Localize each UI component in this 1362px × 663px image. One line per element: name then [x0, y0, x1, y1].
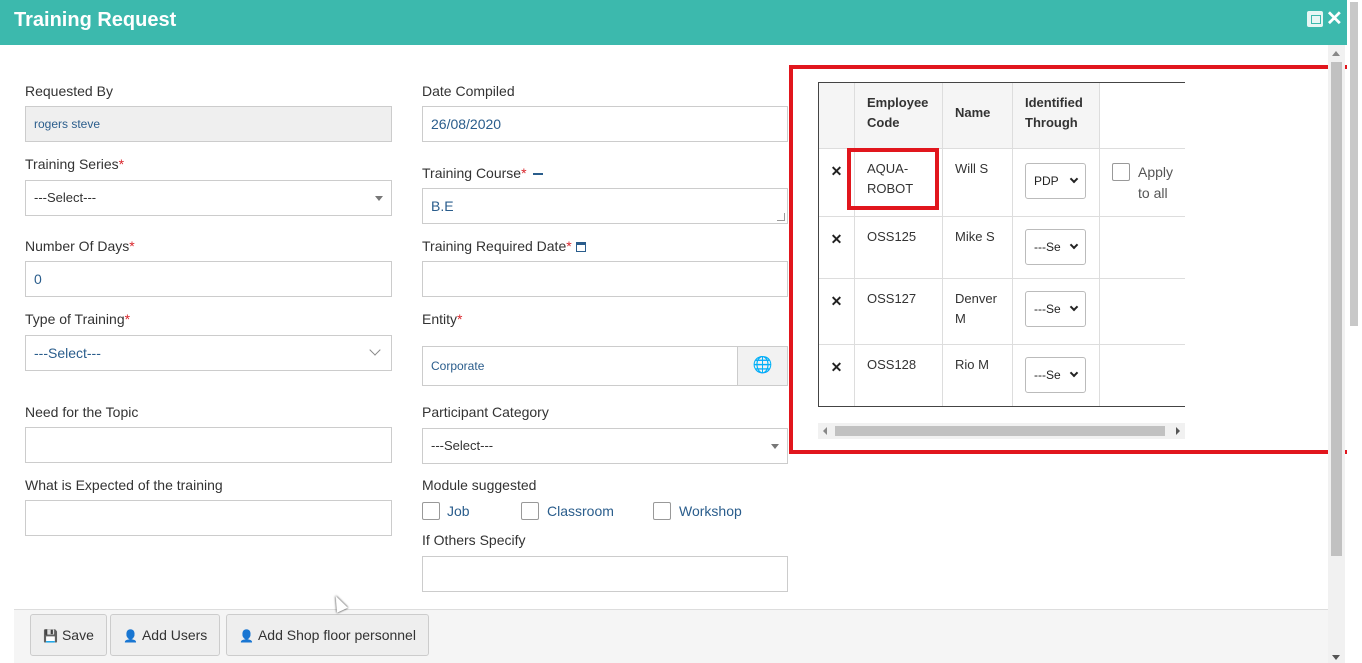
date-compiled-input[interactable]: 26/08/2020 — [422, 106, 788, 142]
training-required-date-label: Training Required Date* — [422, 238, 586, 254]
module-job-label: Job — [447, 503, 470, 519]
date-compiled-label: Date Compiled — [422, 83, 515, 99]
scroll-up-icon[interactable] — [1332, 51, 1340, 56]
add-shop-floor-button[interactable]: 👤 Add Shop floor personnel — [226, 614, 429, 656]
module-workshop-label: Workshop — [679, 503, 742, 519]
type-of-training-label: Type of Training* — [25, 311, 131, 327]
requested-by-label: Requested By — [25, 83, 113, 99]
scroll-thumb[interactable] — [1331, 62, 1342, 556]
add-users-button[interactable]: 👤 Add Users — [110, 614, 221, 656]
expected-label: What is Expected of the training — [25, 477, 223, 493]
training-course-textarea[interactable]: B.E — [422, 188, 788, 224]
module-job-checkbox[interactable] — [422, 502, 440, 520]
chevron-down-icon — [369, 344, 381, 356]
globe-button[interactable]: 🌐 — [737, 346, 788, 386]
restore-icon[interactable] — [1307, 11, 1323, 27]
others-specify-input[interactable] — [422, 556, 788, 592]
scroll-thumb[interactable] — [1350, 2, 1358, 326]
others-specify-label: If Others Specify — [422, 532, 526, 548]
training-required-date-input[interactable] — [422, 261, 788, 297]
globe-icon: 🌐 — [752, 357, 773, 374]
page-vertical-scrollbar[interactable] — [1347, 0, 1362, 663]
entity-field[interactable]: Corporate — [422, 346, 738, 386]
form-vertical-scrollbar[interactable] — [1328, 45, 1345, 663]
entity-label: Entity* — [422, 311, 463, 327]
participant-category-label: Participant Category — [422, 404, 549, 420]
save-icon: 💾 — [43, 629, 58, 643]
highlight-box-employee-code — [847, 148, 939, 210]
resize-handle-icon[interactable] — [777, 213, 785, 221]
caret-down-icon — [375, 196, 383, 201]
training-series-label: Training Series* — [25, 156, 125, 172]
number-of-days-input[interactable]: 0 — [25, 261, 392, 297]
participant-category-select[interactable]: ---Select--- — [422, 428, 788, 464]
requested-by-field: rogers steve — [25, 106, 392, 142]
dialog-title: Training Request — [14, 9, 177, 31]
scroll-down-icon[interactable] — [1332, 655, 1340, 660]
type-of-training-select[interactable]: ---Select--- — [25, 335, 392, 371]
calendar-icon[interactable] — [575, 242, 586, 253]
module-classroom-checkbox[interactable] — [521, 502, 539, 520]
module-workshop-checkbox[interactable] — [653, 502, 671, 520]
expected-input[interactable] — [25, 500, 392, 536]
close-icon[interactable]: ✕ — [1326, 6, 1343, 31]
module-suggested-label: Module suggested — [422, 477, 537, 493]
user-icon: 👤 — [239, 629, 254, 643]
highlight-box-grid — [789, 65, 1356, 454]
minus-icon[interactable] — [532, 173, 543, 176]
need-for-topic-input[interactable] — [25, 427, 392, 463]
dialog-header: Training Request ✕ — [0, 0, 1362, 45]
training-course-label: Training Course* — [422, 165, 543, 181]
module-classroom-label: Classroom — [547, 503, 614, 519]
need-for-topic-label: Need for the Topic — [25, 404, 139, 420]
number-of-days-label: Number Of Days* — [25, 238, 135, 254]
save-button[interactable]: 💾 Save — [30, 614, 107, 656]
caret-down-icon — [771, 444, 779, 449]
training-series-select[interactable]: ---Select--- — [25, 180, 392, 216]
user-icon: 👤 — [123, 629, 138, 643]
